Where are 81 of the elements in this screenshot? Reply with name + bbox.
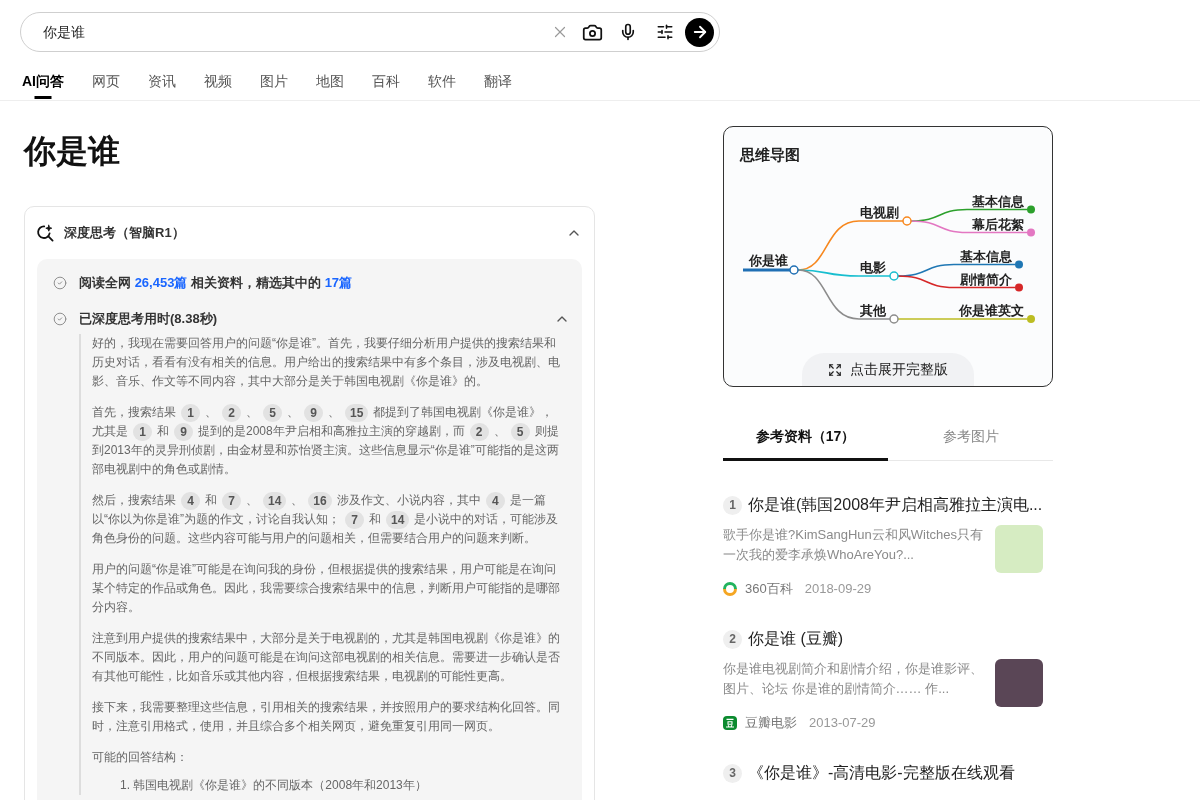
mindmap-node-label: 其他: [860, 303, 886, 318]
nav-tab[interactable]: 软件: [428, 52, 456, 100]
nav-tab[interactable]: 百科: [372, 52, 400, 100]
nav-tab[interactable]: 翻译: [484, 52, 512, 100]
thought-paragraph: 注意到用户提供的搜索结果中，大部分是关于电视剧的，尤其是韩国电视剧《你是谁》的不同版本。因此，用户的问题可能是在询问这部电视剧的相关信息。需要进一步确认是否有其他可能性，比如音乐或其他内容，但根据搜索结果，电视剧的可能性更高。: [92, 630, 561, 685]
node-ring-icon: [789, 265, 799, 275]
thumbnail-photo-placeholder: [995, 659, 1043, 707]
nav-tab[interactable]: 图片: [260, 52, 288, 100]
thought-paragraph: 接下来，我需要整理这些信息，引用相关的搜索结果，并按照用户的要求结构化回答。同时，注意引用格式，使用，并且综合多个相关网页，避免重复引用同一网页。: [92, 699, 561, 735]
filter-button[interactable]: [656, 23, 674, 41]
microphone-icon: [619, 22, 637, 42]
thought-paragraph: 可能的回答结构：: [92, 749, 189, 766]
search-input[interactable]: 你是谁: [43, 21, 550, 43]
citation-badge[interactable]: 2: [222, 403, 241, 422]
result-source: 360百科: [745, 580, 793, 599]
mindmap-node-label: 电影: [860, 260, 886, 275]
citation-badge[interactable]: 2: [469, 422, 489, 441]
result-title-link[interactable]: 《你是谁》-高清电影-完整版在线观看: [748, 761, 1015, 785]
thought-list-item: 1. 韩国电视剧《你是谁》的不同版本（2008年和2013年）: [119, 777, 428, 794]
nav-tab[interactable]: 资讯: [148, 52, 176, 100]
thinking-duration: 已深度思考用时(8.38秒): [79, 310, 217, 328]
mindmap-node-label: 你是谁英文: [959, 303, 1024, 318]
mindmap-node-label: 电视剧: [860, 205, 899, 220]
nav-tab[interactable]: 视频: [204, 52, 232, 100]
mindmap-node-label: 剧情简介: [960, 271, 1012, 287]
reference-tab[interactable]: 参考资料（17）: [723, 412, 888, 461]
citation-badge[interactable]: 7: [345, 510, 364, 529]
node-ring-icon: [889, 314, 899, 324]
citation-badge[interactable]: 7: [222, 491, 241, 510]
sliders-icon: [656, 23, 674, 41]
result-snippet: 歌手你是谁?KimSangHun云和风Witches只有一次我的爱李承焕WhoAreYou?...: [723, 526, 985, 564]
question-title: 你是谁: [24, 132, 121, 171]
thought-paragraph: 首先，搜索结果 1 、 2 、 5 、 9 、 15 都提到了韩国电视剧《你是谁》，尤其是 1 和 9 提到的是2008年尹启相和高雅拉主演的穿越剧，而 2 、 5 则提到2013年的灵异刑侦剧，由金材昱和苏怡贤主演。这些信息显示“你是谁”可能指的是这两部电视剧中的角色或剧情。: [92, 403, 560, 478]
citation-badge[interactable]: 14: [386, 510, 410, 529]
citation-badge[interactable]: 1: [133, 422, 152, 441]
nav-tab[interactable]: 网页: [92, 52, 120, 100]
result-source: 豆瓣电影: [745, 714, 797, 733]
expand-mindmap-button[interactable]: 点击展开完整版: [802, 353, 974, 386]
check-circle-icon: [53, 276, 67, 290]
nav-tab[interactable]: AI问答: [22, 52, 64, 100]
result-date: 2018-09-29: [804, 580, 872, 599]
nav-tab[interactable]: 地图: [316, 52, 344, 100]
result-index: 3: [723, 763, 742, 783]
thought-paragraph: 好的，我现在需要回答用户的问题“你是谁”。首先，我要仔细分析用户提供的搜索结果和历史对话，看看有没有相关的信息。用户给出的搜索结果中有多个条目，涉及电视剧、电影、音乐、作文等不同内容，其中大部分是关于韩国电视剧《你是谁》的。: [92, 335, 561, 390]
citation-badge[interactable]: 5: [263, 403, 282, 422]
node-ring-icon: [902, 216, 912, 226]
citation-badge[interactable]: 4: [181, 491, 200, 510]
mindmap-root-label: 你是谁: [748, 253, 788, 268]
check-circle-icon: [53, 312, 67, 326]
thought-paragraph: 然后，搜索结果 4 和 7 、 14 、 16 涉及作文、小说内容，其中 4 是一篇以“你以为你是谁”为题的作文，讨论自我认知； 7 和 14 是小说中的对话，可能涉及角色身份的问题。这些内容可能与用户的问题相关，但需要结合用户的问题来判断。: [92, 491, 560, 547]
expand-icon: [828, 362, 842, 377]
citation-badge[interactable]: 14: [263, 491, 287, 510]
reading-summary: 阅读全网 26,453篇 相关资料，精选其中的 17篇: [79, 274, 353, 292]
citation-badge[interactable]: 4: [485, 491, 505, 510]
thumbnail-photo-placeholder: [995, 525, 1043, 573]
result-title-link[interactable]: 你是谁(韩国2008年尹启相高雅拉主演电...: [748, 493, 1043, 517]
voice-search-button[interactable]: [619, 21, 637, 43]
search-sparkle-icon: [36, 224, 54, 242]
mindmap-node-label: 基本信息: [960, 248, 1012, 264]
reference-tab[interactable]: 参考图片: [888, 412, 1053, 461]
citation-badge[interactable]: 9: [174, 422, 193, 441]
result-index: 2: [723, 629, 742, 649]
mindmap-node-label: 幕后花絮: [972, 216, 1024, 232]
source-logo-icon: [723, 716, 737, 730]
submit-search-button[interactable]: [685, 17, 714, 47]
citation-badge[interactable]: 5: [510, 422, 530, 441]
root-connector: [743, 268, 790, 272]
citation-badge[interactable]: 1: [181, 403, 200, 422]
result-date: 2013-07-29: [809, 714, 876, 733]
mindmap-title: 思维导图: [740, 145, 801, 165]
thought-paragraph: 用户的问题“你是谁”可能是在询问我的身份，但根据提供的搜索结果，用户可能是在询问某个特定的作品或角色。因此，我需要综合搜索结果中的信息，判断用户可能指的是哪部分内容。: [92, 561, 561, 616]
citation-badge[interactable]: 15: [345, 403, 369, 422]
result-title-link[interactable]: 你是谁 (豆瓣): [748, 627, 844, 651]
thinking-title: 深度思考（智脑R1）: [64, 224, 185, 242]
source-logo-icon: [723, 582, 737, 596]
result-snippet: 你是谁电视剧简介和剧情介绍，你是谁影评、图片、论坛 你是谁的剧情简介…… 作...: [723, 660, 984, 698]
citation-badge[interactable]: 9: [304, 403, 323, 422]
mindmap-node-label: 基本信息: [972, 193, 1024, 209]
node-ring-icon: [889, 271, 899, 281]
citation-badge[interactable]: 16: [308, 491, 332, 510]
result-index: 1: [723, 495, 742, 515]
